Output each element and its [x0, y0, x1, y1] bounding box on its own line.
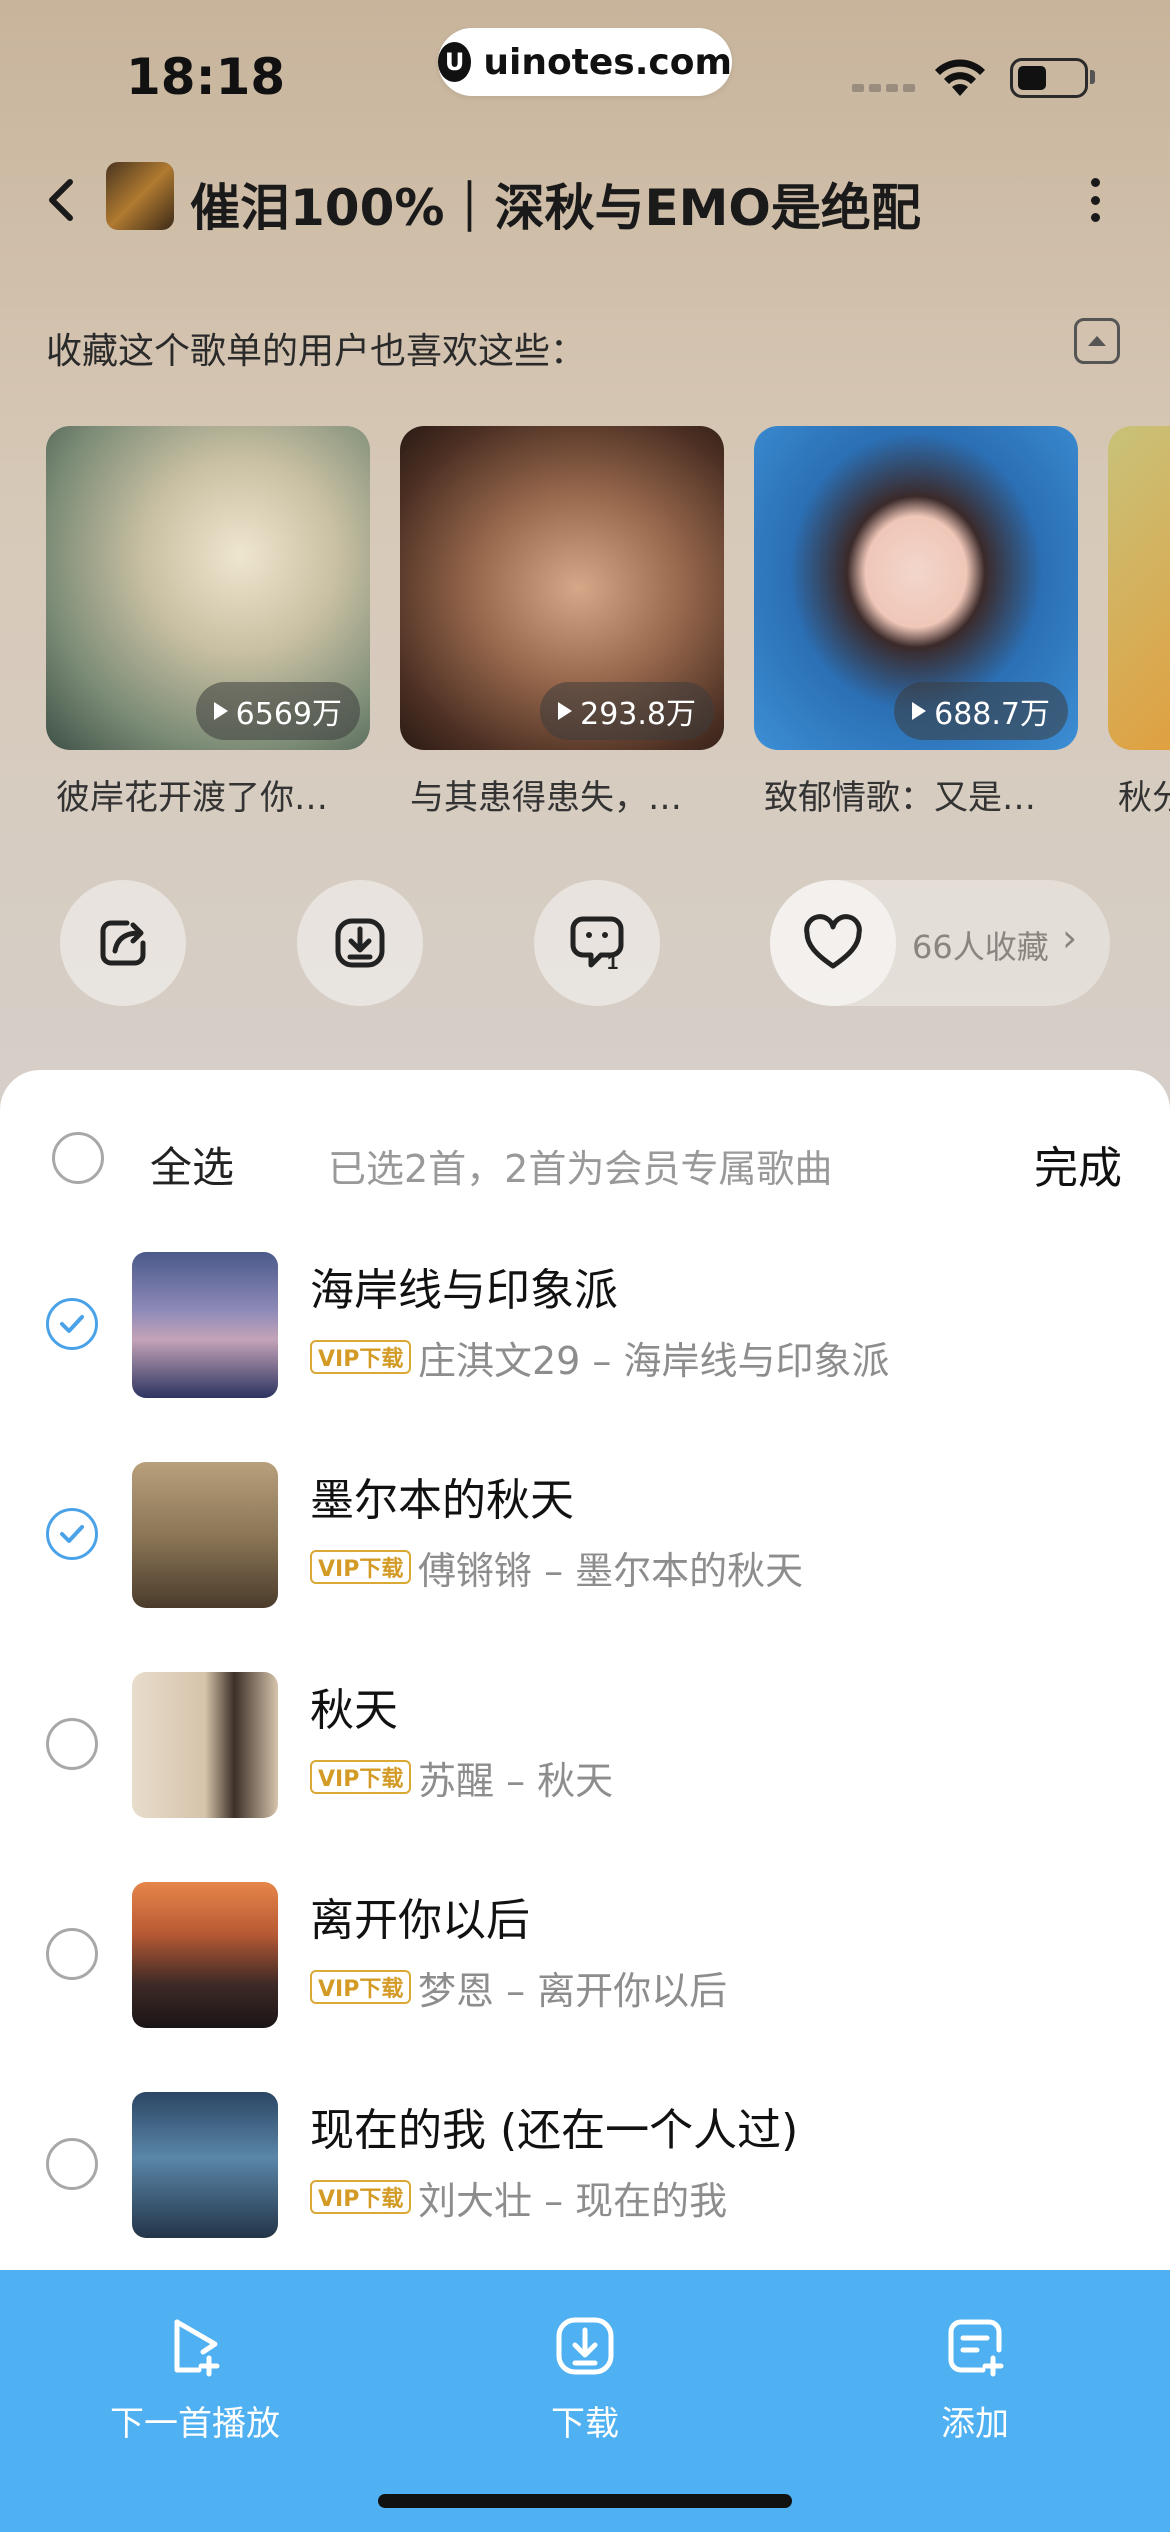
recommended-playlist-card[interactable]: 6569万 彼岸花开渡了你…: [46, 426, 370, 819]
song-checkbox[interactable]: [46, 1298, 98, 1350]
vip-download-badge: VIP下载: [310, 1970, 412, 2004]
download-all-button[interactable]: [297, 880, 423, 1006]
vip-download-badge: VIP下载: [310, 2180, 412, 2214]
vip-download-badge: VIP下载: [310, 1760, 412, 1794]
wifi-icon: [935, 59, 985, 96]
play-count-badge: 688.7万: [894, 682, 1068, 740]
song-row[interactable]: 海岸线与印象派 VIP下载 庄淇文29 – 海岸线与印象派: [0, 1250, 1170, 1400]
recommended-playlist-cover: [1108, 426, 1170, 750]
song-checkbox[interactable]: [46, 1718, 98, 1770]
recommended-playlist-cover: 293.8万: [400, 426, 724, 750]
play-count: 688.7万: [934, 697, 1050, 732]
song-row[interactable]: 现在的我 (还在一个人过) VIP下载 刘大壮 – 现在的我: [0, 2090, 1170, 2240]
play-count-badge: 293.8万: [540, 682, 714, 740]
recommended-playlist-card[interactable]: 293.8万 与其患得患失，…: [400, 426, 724, 819]
play-icon: [558, 702, 573, 720]
song-row[interactable]: 墨尔本的秋天 VIP下载 傅锵锵 – 墨尔本的秋天: [0, 1460, 1170, 1610]
add-label: 添加: [941, 2404, 1009, 2444]
share-icon: [100, 920, 146, 966]
song-checkbox[interactable]: [46, 2138, 98, 2190]
recommended-playlist-card[interactable]: 688.7万 致郁情歌：又是…: [754, 426, 1078, 819]
song-artist-album: 庄淇文29 – 海岸线与印象派: [418, 1339, 890, 1383]
cellular-signal-icon: [852, 84, 915, 92]
song-cover: [132, 1882, 278, 2028]
play-next-label: 下一首播放: [110, 2404, 280, 2444]
recommended-playlist-name: 秋分: [1118, 778, 1170, 818]
play-count: 6569万: [235, 697, 342, 732]
checkmark-icon: [60, 1315, 84, 1333]
add-to-playlist-icon: [948, 2319, 1004, 2377]
play-icon: [213, 702, 228, 720]
select-all-label[interactable]: 全选: [150, 1134, 234, 1195]
comment-icon: 1: [570, 916, 624, 974]
song-artist-album: 傅锵锵 – 墨尔本的秋天: [418, 1549, 804, 1593]
favorite-count: 66人收藏: [912, 928, 1049, 966]
song-artist-album: 梦恩 – 离开你以后: [418, 1969, 728, 2013]
add-to-playlist-button[interactable]: 添加: [855, 2314, 1095, 2445]
select-all-row: 全选 已选2首，2首为会员专属歌曲 完成: [0, 1110, 1170, 1210]
song-row[interactable]: 秋天 VIP下载 苏醒 – 秋天: [0, 1670, 1170, 1820]
play-next-icon: [174, 2319, 220, 2377]
watermark-pill: U uinotes.com: [438, 28, 732, 96]
song-title: 秋天: [310, 1685, 398, 1736]
more-options-icon[interactable]: [1080, 170, 1110, 230]
heart-icon: [804, 914, 862, 969]
playlist-title: 催泪100%｜深秋与EMO是绝配: [190, 179, 921, 237]
download-label: 下载: [551, 2404, 619, 2444]
playlist-cover: [106, 162, 174, 230]
watermark-text: uinotes.com: [483, 41, 732, 83]
download-icon: [556, 2317, 614, 2375]
checkmark-icon: [60, 1525, 84, 1543]
song-cover: [132, 1252, 278, 1398]
share-button[interactable]: [60, 880, 186, 1006]
brand-logo-icon: U: [438, 42, 472, 82]
play-icon: [912, 702, 927, 720]
chevron-right-icon: ›: [1062, 916, 1078, 960]
song-title: 墨尔本的秋天: [310, 1475, 574, 1526]
song-cover: [132, 2092, 278, 2238]
song-checkbox[interactable]: [46, 1928, 98, 1980]
favorite-circle: [770, 880, 896, 1006]
bottom-action-bar: 下一首播放 下载 添加: [0, 2270, 1170, 2532]
download-icon: [335, 918, 385, 968]
done-button[interactable]: 完成: [1034, 1132, 1122, 1196]
selection-info: 已选2首，2首为会员专属歌曲: [328, 1147, 833, 1191]
recommended-playlist-cover: 688.7万: [754, 426, 1078, 750]
vip-download-badge: VIP下载: [310, 1550, 412, 1584]
song-cover: [132, 1672, 278, 1818]
song-title: 海岸线与印象派: [310, 1265, 618, 1316]
recommended-playlist-cover: 6569万: [46, 426, 370, 750]
song-title: 离开你以后: [310, 1895, 530, 1946]
home-indicator[interactable]: [378, 2494, 792, 2508]
play-count-badge: 6569万: [195, 682, 360, 740]
back-arrow-icon[interactable]: [32, 170, 92, 230]
battery-icon: [1010, 58, 1088, 98]
song-artist-album: 苏醒 – 秋天: [418, 1759, 614, 1803]
status-bar: 18:18 U uinotes.com: [0, 0, 1170, 140]
recommended-playlist-name: 致郁情歌：又是…: [764, 778, 1036, 818]
collapse-icon[interactable]: [1074, 318, 1120, 364]
song-cover: [132, 1462, 278, 1608]
play-next-button[interactable]: 下一首播放: [75, 2314, 315, 2445]
select-all-checkbox[interactable]: [52, 1132, 104, 1184]
recommendations-heading: 收藏这个歌单的用户也喜欢这些：: [46, 331, 587, 372]
recommended-playlist-name: 彼岸花开渡了你…: [56, 778, 328, 818]
vip-download-badge: VIP下载: [310, 1340, 412, 1374]
favorite-button[interactable]: 66人收藏 ›: [770, 880, 1110, 1006]
recommended-playlist-card[interactable]: 秋分: [1108, 426, 1170, 819]
svg-text:1: 1: [607, 952, 618, 974]
song-row[interactable]: 离开你以后 VIP下载 梦恩 – 离开你以后: [0, 1880, 1170, 2030]
status-time: 18:18: [126, 48, 286, 106]
recommended-playlist-name: 与其患得患失，…: [410, 778, 682, 818]
song-title: 现在的我 (还在一个人过): [310, 2105, 799, 2156]
play-count: 293.8万: [580, 697, 696, 732]
comments-button[interactable]: 1: [534, 880, 660, 1006]
download-button[interactable]: 下载: [465, 2314, 705, 2445]
song-checkbox[interactable]: [46, 1508, 98, 1560]
header: 催泪100%｜深秋与EMO是绝配: [0, 150, 1170, 250]
song-artist-album: 刘大壮 – 现在的我: [418, 2179, 728, 2223]
